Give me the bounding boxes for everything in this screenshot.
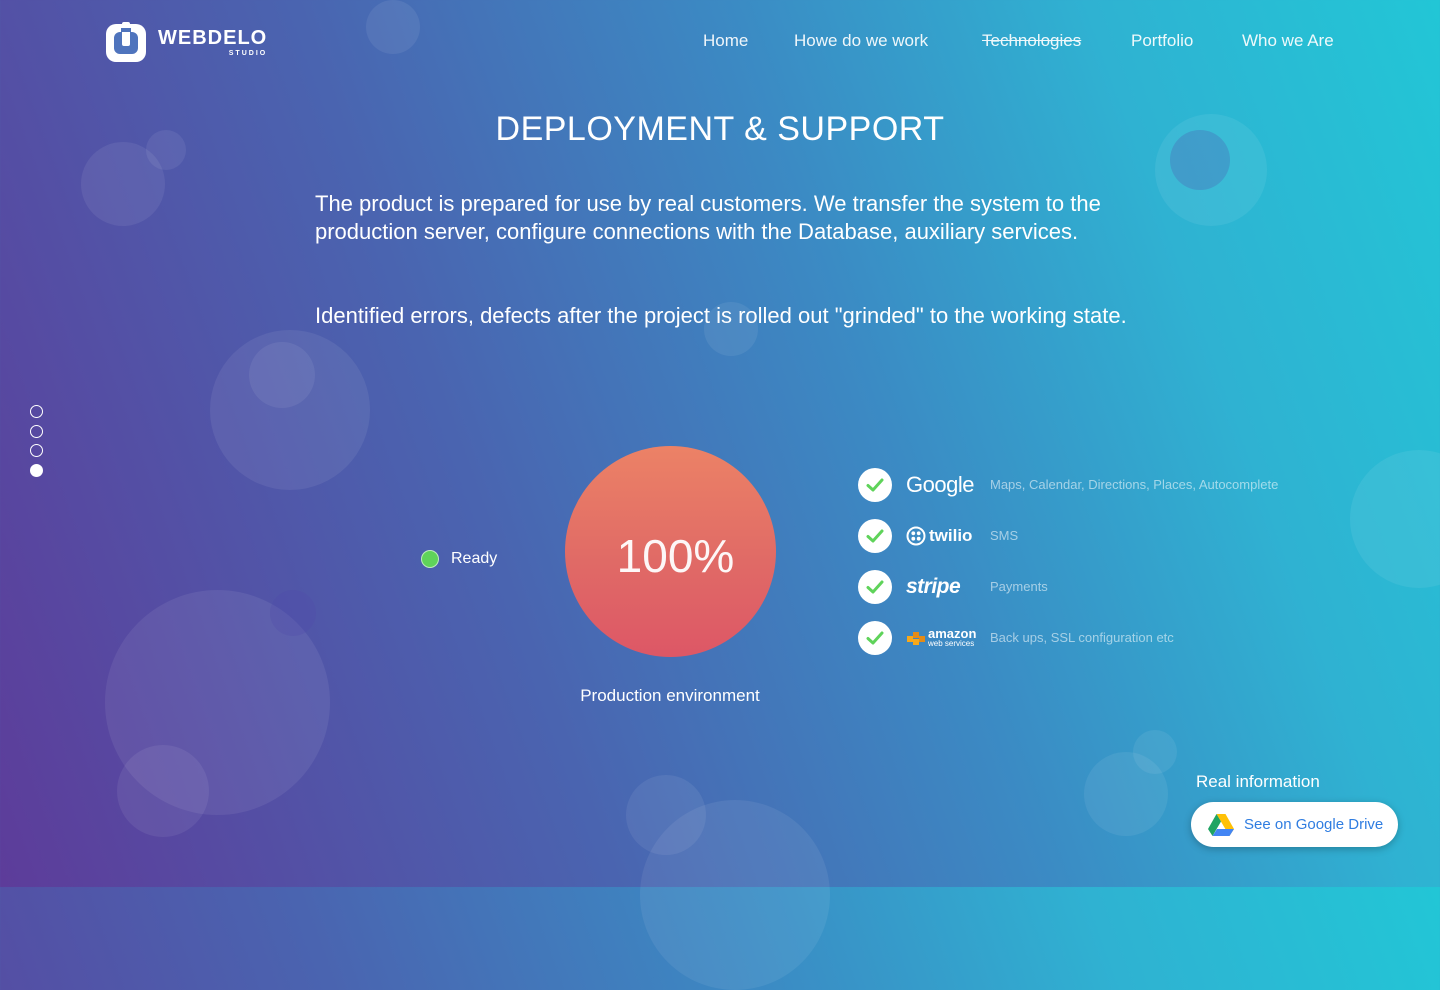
twilio-wordmark: twilio xyxy=(929,525,973,545)
pagination-dot-2[interactable] xyxy=(30,424,43,438)
check-icon xyxy=(858,467,892,502)
background-bubble xyxy=(117,745,209,837)
aws-wordmark: amazon xyxy=(928,626,977,642)
section-pagination xyxy=(30,405,43,483)
pagination-dot-4[interactable] xyxy=(30,463,43,477)
gauge-value: 100% xyxy=(616,529,735,582)
service-item-twilio: twilio SMS xyxy=(858,510,1278,561)
google-drive-button[interactable]: See on Google Drive xyxy=(1191,802,1398,847)
gauge-caption: Production environment xyxy=(580,686,760,705)
services-list: Google Maps, Calendar, Directions, Place… xyxy=(858,459,1278,663)
progress-gauge: 100% xyxy=(565,446,776,657)
check-icon xyxy=(858,518,892,553)
google-logo: Google xyxy=(906,471,974,497)
brand-name: WEBDELO xyxy=(158,26,268,49)
check-icon xyxy=(858,620,892,655)
cta-heading: Real information xyxy=(1196,772,1320,791)
service-note: Payments xyxy=(990,579,1048,594)
nav-link-home[interactable]: Home xyxy=(703,31,748,51)
status-dot-icon xyxy=(421,550,439,568)
check-icon xyxy=(858,569,892,604)
service-note: Maps, Calendar, Directions, Places, Auto… xyxy=(990,477,1279,492)
background-bubble xyxy=(270,590,316,636)
service-item-stripe: stripe Payments xyxy=(858,561,1278,612)
nav-link-how-we-work[interactable]: Howe do we work xyxy=(794,31,928,51)
nav-link-portfolio[interactable]: Portfolio xyxy=(1131,31,1193,51)
background-bubble xyxy=(1133,730,1177,774)
status-indicator: Ready xyxy=(421,550,497,568)
background-bubble xyxy=(640,800,830,990)
section-description-2: Identified errors, defects after the pro… xyxy=(315,303,1127,328)
pagination-dot-1[interactable] xyxy=(30,405,43,418)
aws-logo: amazon web services xyxy=(906,627,990,649)
google-drive-icon xyxy=(1208,813,1234,836)
webdelo-logo-icon xyxy=(106,22,146,62)
background-bubble xyxy=(366,0,420,54)
background-bubble xyxy=(1350,450,1440,588)
aws-cubes-icon xyxy=(907,631,925,645)
stripe-logo: stripe xyxy=(906,574,961,598)
twilio-mark-icon xyxy=(906,526,926,545)
background-bubble xyxy=(249,342,315,408)
service-note: SMS xyxy=(990,528,1019,543)
pagination-dot-3[interactable] xyxy=(30,444,43,457)
nav-link-technologies[interactable]: Technologies xyxy=(982,31,1081,51)
service-note: Back ups, SSL configuration etc xyxy=(990,630,1174,645)
service-item-google: Google Maps, Calendar, Directions, Place… xyxy=(858,459,1278,510)
status-label: Ready xyxy=(451,550,498,567)
section-description-1: The product is prepared for use by real … xyxy=(315,191,1101,244)
nav-link-who-we-are[interactable]: Who we Are xyxy=(1242,31,1334,51)
aws-subtitle: web services xyxy=(928,638,975,648)
twilio-logo: twilio xyxy=(906,526,990,546)
brand-subtitle: STUDIO xyxy=(228,49,268,57)
brand-logo[interactable]: WEBDELO STUDIO xyxy=(104,20,267,64)
service-item-amazon: amazon web services Back ups, SSL config… xyxy=(858,612,1278,663)
section-title: DEPLOYMENT & SUPPORT xyxy=(495,110,945,148)
google-drive-button-label: See on Google Drive xyxy=(1244,816,1384,833)
